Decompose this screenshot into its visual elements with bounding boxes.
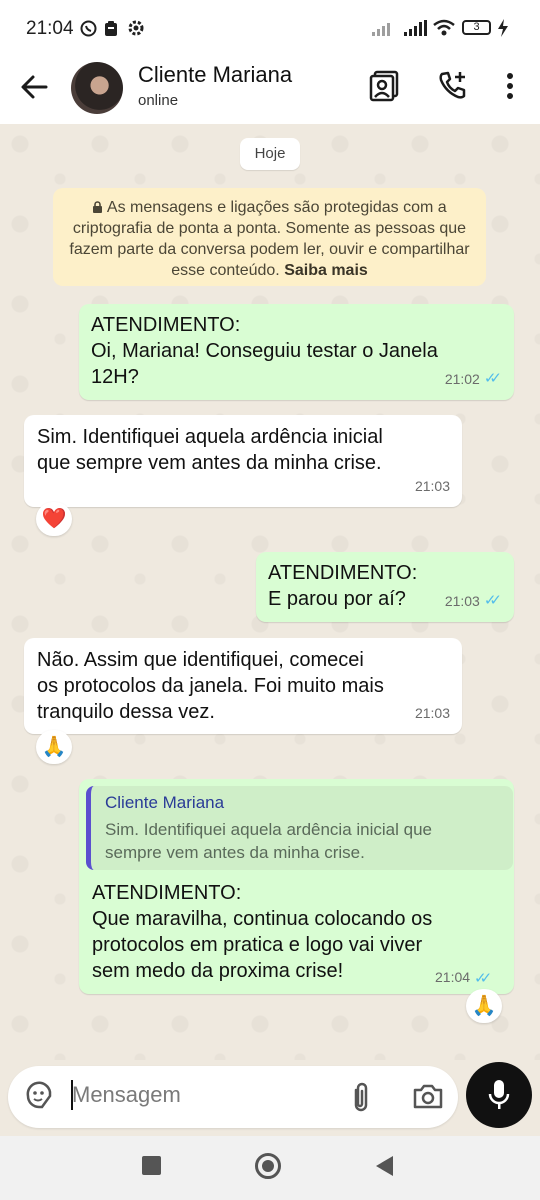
contact-card-icon[interactable] — [368, 68, 404, 104]
read-receipt-icon: ✓✓ — [483, 592, 502, 609]
status-time: 21:04 — [26, 18, 74, 39]
message-meta: 21:02 ✓✓ — [445, 366, 502, 392]
read-receipt-icon: ✓✓ — [474, 970, 492, 987]
message-time: 21:03 — [444, 593, 480, 609]
settings-notification-icon — [128, 20, 144, 36]
encryption-notice[interactable]: As mensagens e ligações são protegidas c… — [53, 188, 486, 286]
message-incoming[interactable]: Não. Assim que identifiquei, comecei os … — [24, 638, 462, 734]
contact-name[interactable]: Cliente Mariana — [138, 62, 292, 88]
charging-icon — [498, 19, 508, 37]
message-time: 21:03 — [414, 705, 450, 721]
arrow-left-icon[interactable] — [20, 74, 52, 106]
date-chip: Hoje — [240, 138, 300, 170]
learn-more-link[interactable]: Saiba mais — [284, 262, 368, 279]
message-input[interactable]: Mensagem — [72, 1082, 181, 1108]
home-icon[interactable] — [254, 1152, 282, 1180]
read-receipt-icon: ✓✓ — [483, 370, 502, 387]
more-options-icon[interactable] — [492, 68, 528, 104]
back-nav-icon[interactable] — [373, 1154, 395, 1178]
message-text: Sim. Identifiquei aquela ardência inicia… — [37, 426, 383, 474]
contact-status: online — [138, 92, 179, 109]
reaction-pray[interactable]: 🙏 — [36, 730, 72, 764]
sticker-icon[interactable] — [24, 1081, 54, 1111]
message-meta: 21:03 ✓✓ — [445, 588, 502, 614]
camera-icon[interactable] — [412, 1082, 444, 1110]
wifi-icon — [433, 19, 455, 36]
message-meta: 21:03 — [415, 700, 450, 726]
voice-message-button[interactable] — [466, 1062, 532, 1128]
message-outgoing[interactable]: ATENDIMENTO: E parou por aí? 21:03 ✓✓ — [256, 552, 514, 622]
message-text: Não. Assim que identifiquei, comecei os … — [37, 649, 384, 723]
message-text: ATENDIMENTO: Oi, Mariana! Conseguiu test… — [91, 314, 438, 388]
avatar[interactable] — [71, 62, 123, 114]
quoted-text: Sim. Identifiquei aquela ardência inicia… — [105, 820, 432, 862]
message-meta: 21:04 ✓✓ — [435, 969, 492, 987]
message-outgoing[interactable]: ATENDIMENTO: Oi, Mariana! Conseguiu test… — [79, 304, 514, 400]
message-time: 21:02 — [444, 371, 480, 387]
attach-icon[interactable] — [348, 1080, 374, 1114]
add-call-icon[interactable] — [436, 68, 472, 104]
reaction-pray[interactable]: 🙏 — [466, 989, 502, 1023]
battery-icon: 3 — [462, 20, 491, 35]
chat-header: Cliente Mariana online — [0, 58, 540, 124]
lock-icon — [93, 201, 103, 213]
message-meta: 21:03 — [415, 473, 450, 499]
encryption-text: As mensagens e ligações são protegidas c… — [69, 199, 470, 279]
message-time: 21:04 — [435, 969, 471, 985]
clipboard-notification-icon — [105, 21, 117, 36]
microphone-icon — [488, 1080, 510, 1109]
message-time: 21:03 — [414, 478, 450, 494]
whatsapp-notification-icon — [80, 20, 97, 37]
quoted-message[interactable]: Cliente Mariana Sim. Identifiquei aquela… — [86, 786, 513, 870]
quoted-author: Cliente Mariana — [105, 793, 225, 812]
signal-sim1-icon — [404, 20, 427, 36]
reaction-heart[interactable]: ❤️ — [36, 502, 72, 536]
recent-apps-icon[interactable] — [142, 1156, 161, 1175]
signal-sim2-icon — [372, 20, 390, 36]
message-incoming[interactable]: Sim. Identifiquei aquela ardência inicia… — [24, 415, 462, 507]
